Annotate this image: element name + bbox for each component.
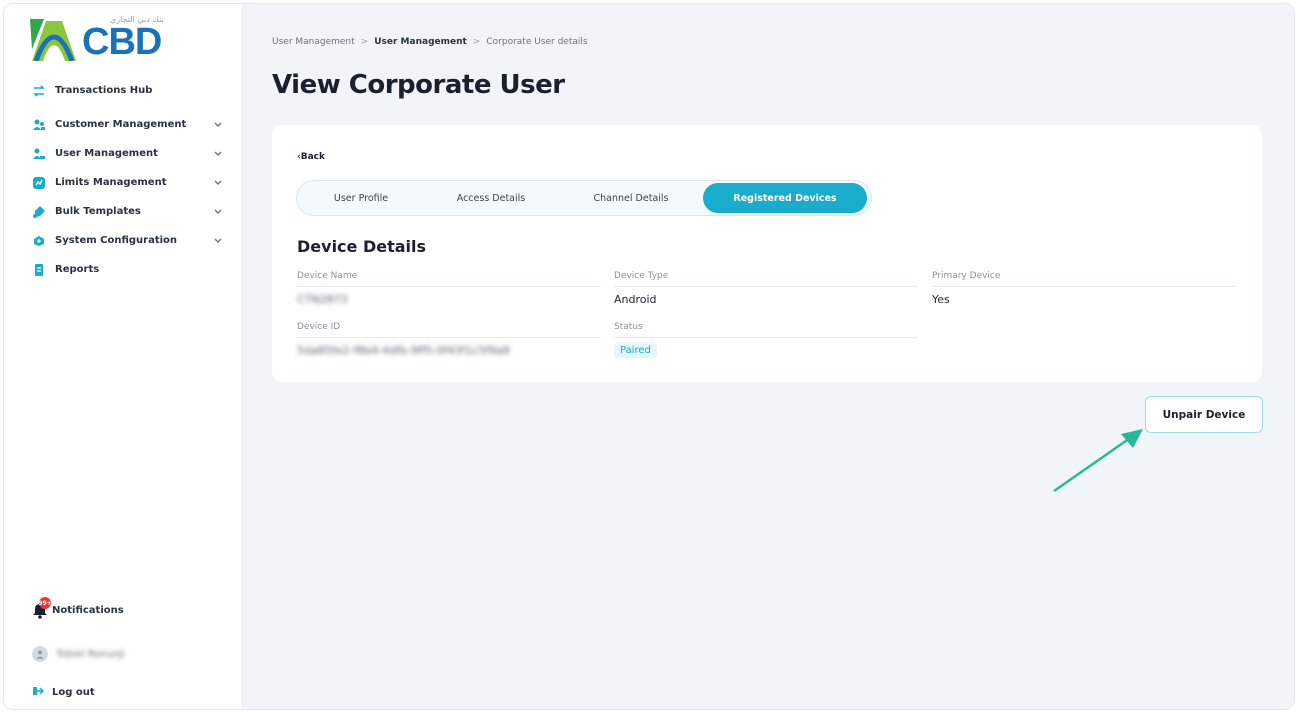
page-title: View Corporate User <box>272 70 565 100</box>
notifications-label: Notifications <box>52 604 124 616</box>
sidebar-item-label: Transactions Hub <box>55 85 153 96</box>
sidebar-item-label: Limits Management <box>55 177 167 188</box>
breadcrumb-current: Corporate User details <box>486 37 588 47</box>
device-id-field: Device ID 5da85fe2-f8b4-4dfb-9ff5-0f43f1… <box>297 322 601 357</box>
sidebar-item-label: User Management <box>55 148 158 159</box>
notifications-link[interactable]: 99+ Notifications <box>4 596 241 624</box>
bell-icon: 99+ <box>32 597 52 619</box>
sidebar-item-label: Reports <box>55 264 100 275</box>
transactions-icon <box>32 84 46 98</box>
logout-section: Log out <box>4 678 241 706</box>
section-title: Device Details <box>297 237 427 256</box>
user-icon <box>32 147 46 161</box>
tab-bar: User Profile Access Details Channel Deta… <box>296 180 872 216</box>
templates-icon <box>32 205 46 219</box>
sidebar-item-user-management[interactable]: User Management <box>4 139 241 168</box>
back-button[interactable]: ‹Back <box>297 152 325 162</box>
field-divider <box>614 286 918 287</box>
status-badge: Paired <box>614 343 657 358</box>
field-label: Device Name <box>297 271 358 281</box>
limits-icon <box>32 176 46 190</box>
device-name-value: CTN2873 <box>297 293 348 306</box>
sidebar-item-customer-management[interactable]: Customer Management <box>4 110 241 139</box>
logout-button[interactable]: Log out <box>4 678 241 706</box>
logo-text: CBD <box>82 21 162 63</box>
field-label: Status <box>614 322 643 332</box>
chevron-down-icon[interactable] <box>213 120 223 130</box>
field-divider <box>297 337 601 338</box>
breadcrumb: User Management > User Management > Corp… <box>272 37 588 47</box>
sidebar-item-transactions-hub[interactable]: Transactions Hub <box>4 76 241 105</box>
breadcrumb-item[interactable]: User Management <box>272 37 355 47</box>
chevron-down-icon[interactable] <box>213 178 223 188</box>
chevron-down-icon[interactable] <box>213 236 223 246</box>
customers-icon <box>32 118 46 132</box>
field-label: Device Type <box>614 271 669 281</box>
user-name: Tobiel Ronunji <box>56 648 125 660</box>
logout-label: Log out <box>52 686 95 698</box>
reports-icon <box>32 263 46 277</box>
logout-icon <box>32 685 46 699</box>
sidebar-nav: Transactions Hub Customer Management Use… <box>4 76 241 284</box>
main-content: User Management > User Management > Corp… <box>241 4 1294 709</box>
primary-device-value: Yes <box>932 293 950 306</box>
field-divider <box>932 286 1236 287</box>
device-name-field: Device Name CTN2873 <box>297 271 601 306</box>
notifications-section: 99+ Notifications <box>4 596 241 624</box>
sidebar-item-label: System Configuration <box>55 235 178 246</box>
field-divider <box>614 337 918 338</box>
user-section: Tobiel Ronunji <box>4 640 241 668</box>
device-type-field: Device Type Android <box>614 271 918 306</box>
settings-icon <box>32 234 46 248</box>
user-profile-link[interactable]: Tobiel Ronunji <box>4 640 241 668</box>
breadcrumb-separator: > <box>472 37 481 47</box>
sidebar-item-label: Customer Management <box>55 119 187 130</box>
annotation-arrow-icon <box>1053 429 1143 492</box>
user-details-card: ‹Back User Profile Access Details Channe… <box>272 125 1262 382</box>
tab-user-profile[interactable]: User Profile <box>299 183 423 213</box>
sidebar-item-limits-management[interactable]: Limits Management <box>4 168 241 197</box>
device-type-value: Android <box>614 293 657 306</box>
breadcrumb-separator: > <box>360 37 369 47</box>
field-label: Device ID <box>297 322 341 332</box>
status-field: Status Paired <box>614 322 918 358</box>
sidebar-item-system-configuration[interactable]: System Configuration <box>4 226 241 255</box>
tab-channel-details[interactable]: Channel Details <box>559 183 703 213</box>
back-label: Back <box>300 152 325 162</box>
breadcrumb-item[interactable]: User Management <box>374 37 467 47</box>
sidebar-item-bulk-templates[interactable]: Bulk Templates <box>4 197 241 226</box>
tab-registered-devices[interactable]: Registered Devices <box>703 183 867 213</box>
app-frame: بنك دبي التجاري CBD Transactions Hub Cus… <box>3 3 1295 710</box>
field-divider <box>297 286 601 287</box>
primary-device-field: Primary Device Yes <box>932 271 1236 306</box>
notification-badge: 99+ <box>38 597 52 609</box>
avatar <box>32 646 48 662</box>
chevron-down-icon[interactable] <box>213 149 223 159</box>
field-label: Primary Device <box>932 271 1001 281</box>
logo-mark-icon <box>30 19 78 61</box>
chevron-down-icon[interactable] <box>213 207 223 217</box>
device-id-value: 5da85fe2-f8b4-4dfb-9ff5-0f43f1c5f9a8 <box>297 344 510 357</box>
tab-access-details[interactable]: Access Details <box>423 183 559 213</box>
sidebar-item-reports[interactable]: Reports <box>4 255 241 284</box>
cbd-logo[interactable]: بنك دبي التجاري CBD <box>30 13 175 61</box>
unpair-device-button[interactable]: Unpair Device <box>1145 396 1263 433</box>
sidebar: بنك دبي التجاري CBD Transactions Hub Cus… <box>4 4 241 709</box>
sidebar-item-label: Bulk Templates <box>55 206 141 217</box>
